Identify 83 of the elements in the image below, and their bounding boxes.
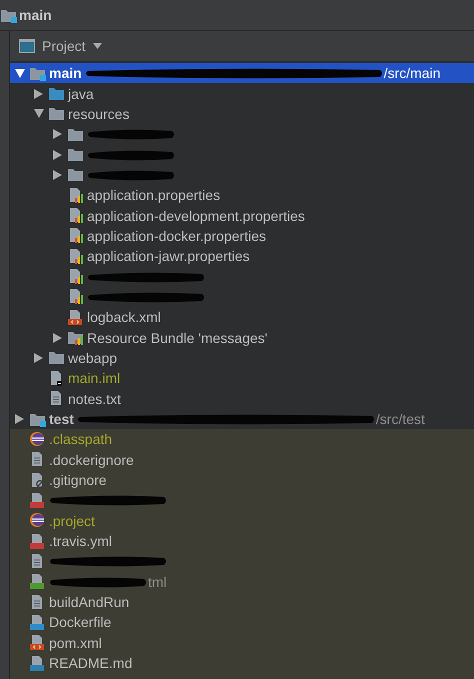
tree-item-label: application-development.properties	[87, 208, 305, 224]
properties-file-icon	[67, 207, 84, 224]
tree-item-label: README.md	[49, 655, 132, 672]
tree-item-label: application-docker.properties	[87, 228, 266, 244]
eclipse-file-icon	[29, 430, 46, 448]
tree-item-label: resources	[68, 106, 130, 122]
tree-item-label: logback.xml	[87, 309, 161, 326]
view-selector[interactable]: Project	[19, 38, 102, 54]
tree-row[interactable]: notes.txt	[10, 388, 474, 409]
collapsed-arrow-icon[interactable]	[15, 414, 24, 424]
tree-item-label: .travis.yml	[49, 533, 112, 550]
expanded-arrow-icon[interactable]	[14, 68, 24, 78]
tree-item-label: .classpath	[49, 431, 112, 448]
tree-item-label: main	[49, 65, 82, 82]
tree-row[interactable]: resources	[10, 104, 474, 124]
collapsed-arrow-icon[interactable]	[53, 150, 62, 160]
dropdown-caret-icon	[92, 43, 102, 49]
tree-item-label: application.properties	[87, 187, 220, 204]
eclipse-file-icon	[29, 512, 46, 530]
tree-row[interactable]: README.md	[10, 652, 474, 674]
properties-file-icon	[67, 227, 84, 244]
tree-row[interactable]: application-docker.properties	[10, 226, 474, 246]
properties-file-icon	[67, 288, 84, 306]
yml-file-icon	[29, 532, 46, 550]
docker-file-icon	[29, 614, 46, 631]
project-icon	[19, 39, 35, 53]
folder-icon	[67, 166, 84, 184]
path-suffix: tml	[148, 574, 167, 590]
tree-row[interactable]: application.properties	[10, 185, 474, 206]
tree-row[interactable]: application-jawr.properties	[10, 246, 474, 266]
xml-file-icon	[29, 634, 46, 652]
path-suffix: /src/main	[384, 65, 440, 82]
yml-file-icon	[29, 492, 46, 509]
tree-row[interactable]: test /src/test	[10, 408, 474, 430]
folder-icon	[67, 146, 84, 164]
expanded-arrow-icon[interactable]	[34, 109, 44, 118]
tree-row[interactable]: Dockerfile	[10, 612, 474, 633]
source-folder-icon	[48, 85, 65, 102]
module-file-icon	[48, 370, 65, 387]
xml-file-icon	[67, 308, 84, 326]
bundle-folder-icon	[67, 329, 84, 346]
path-suffix: /src/test	[376, 411, 425, 428]
window-title: main	[19, 7, 52, 23]
properties-file-icon	[67, 186, 84, 204]
tree-item-label: notes.txt	[68, 390, 121, 407]
tree-item-label: main.iml	[68, 370, 120, 386]
ignore-file-icon	[29, 472, 46, 489]
tree-item-label: Resource Bundle 'messages'	[87, 330, 268, 346]
tree-item-label: .dockerignore	[49, 452, 134, 468]
tree-item-label: pom.xml	[49, 634, 102, 651]
tree-row[interactable]: .project	[10, 510, 474, 531]
tree-row[interactable]: application-development.properties	[10, 205, 474, 226]
tree-row[interactable]: .travis.yml	[10, 530, 474, 552]
properties-file-icon	[67, 268, 84, 286]
tree-row[interactable]: .gitignore	[10, 470, 474, 490]
tree-item-label: .gitignore	[49, 472, 107, 488]
collapsed-arrow-icon[interactable]	[53, 170, 62, 180]
markdown-file-icon	[29, 654, 46, 672]
tree-item-label: .project	[49, 512, 95, 529]
collapsed-arrow-icon[interactable]	[34, 352, 43, 363]
tree-row[interactable]: Resource Bundle 'messages'	[10, 327, 474, 348]
tree-row[interactable]: pom.xml	[10, 632, 474, 653]
tree-item-label: application-jawr.properties	[87, 248, 250, 264]
tree-item-label: java	[68, 86, 94, 102]
collapsed-arrow-icon[interactable]	[53, 332, 62, 343]
tree-row[interactable]: logback.xml	[10, 307, 474, 328]
folder-icon	[48, 105, 65, 122]
tree-item-label: buildAndRun	[49, 594, 130, 610]
tree-row[interactable]: .dockerignore	[10, 450, 474, 470]
collapsed-arrow-icon[interactable]	[34, 88, 43, 99]
tree-row[interactable]: main /src/main	[10, 63, 474, 84]
folder-icon	[48, 349, 65, 366]
tree-row[interactable]: buildAndRun	[10, 592, 474, 612]
properties-file-icon	[67, 248, 84, 265]
tree-item-label: Dockerfile	[49, 614, 112, 630]
html-file-icon	[29, 573, 46, 590]
tree-row[interactable]: webapp	[10, 348, 474, 368]
tree-row[interactable]: .classpath	[10, 429, 474, 450]
tree-item-label: test	[49, 411, 74, 428]
tree-row[interactable]: java	[10, 83, 474, 104]
tree-item-label: webapp	[68, 350, 118, 366]
collapsed-arrow-icon[interactable]	[53, 129, 62, 140]
tree-row[interactable]: main.iml	[10, 368, 474, 388]
